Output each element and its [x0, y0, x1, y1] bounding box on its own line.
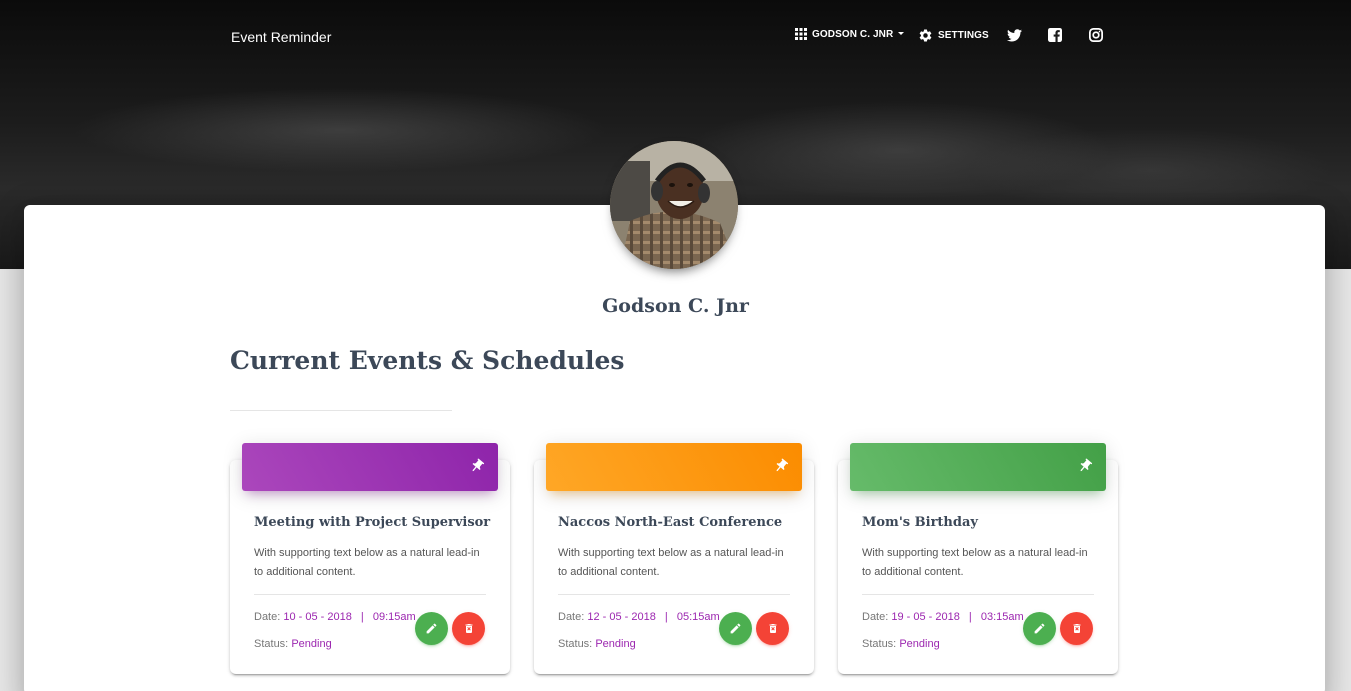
event-time: 03:15am: [980, 611, 1024, 623]
section-divider: [230, 410, 452, 411]
event-time: 09:15am: [372, 611, 416, 623]
event-description: With supporting text below as a natural …: [254, 547, 480, 578]
settings-label: SETTINGS: [938, 30, 989, 41]
date-label: Date:: [254, 611, 281, 623]
twitter-icon: [1006, 28, 1022, 41]
event-date-line: Date: 12 - 05 - 2018 | 05:15am: [558, 611, 720, 623]
event-date: 10 - 05 - 2018: [283, 611, 352, 623]
pin-icon[interactable]: [469, 458, 485, 474]
twitter-link[interactable]: [1006, 27, 1022, 43]
event-status-line: Status: Pending: [558, 638, 636, 650]
date-time-separator: |: [360, 611, 364, 623]
section-title: Current Events & Schedules: [230, 346, 625, 375]
edit-event-button[interactable]: [1023, 612, 1056, 645]
event-status: Pending: [291, 638, 332, 650]
event-status-line: Status: Pending: [862, 638, 940, 650]
event-description: With supporting text below as a natural …: [862, 547, 1088, 578]
event-status-line: Status: Pending: [254, 638, 332, 650]
gear-icon: [919, 29, 932, 42]
instagram-icon: [1089, 28, 1103, 42]
pencil-icon: [730, 623, 741, 634]
event-card-header: [546, 443, 802, 491]
pin-icon[interactable]: [1077, 458, 1093, 474]
user-menu-dropdown[interactable]: GODSON C. JNR: [795, 28, 905, 40]
date-time-separator: |: [968, 611, 972, 623]
event-time: 05:15am: [676, 611, 720, 623]
event-divider: [862, 594, 1094, 595]
status-label: Status:: [254, 638, 289, 650]
facebook-icon: [1048, 28, 1062, 42]
event-card: Naccos North-East Conference With suppor…: [534, 460, 814, 674]
trash-icon: [1073, 624, 1080, 633]
apps-grid-icon: [795, 28, 807, 40]
status-label: Status:: [558, 638, 593, 650]
event-status: Pending: [899, 638, 940, 650]
event-title: Mom's Birthday: [862, 515, 978, 530]
avatar: [610, 141, 738, 269]
trash-icon: [769, 624, 776, 633]
status-label: Status:: [862, 638, 897, 650]
instagram-link[interactable]: [1088, 27, 1104, 43]
event-description: With supporting text below as a natural …: [558, 547, 784, 578]
date-label: Date:: [558, 611, 585, 623]
event-card: Meeting with Project Supervisor With sup…: [230, 460, 510, 674]
brand-link[interactable]: Event Reminder: [231, 29, 331, 45]
delete-event-button[interactable]: [756, 612, 789, 645]
event-card: Mom's Birthday With supporting text belo…: [838, 460, 1118, 674]
delete-event-button[interactable]: [1060, 612, 1093, 645]
event-card-header: [850, 443, 1106, 491]
user-menu-label: GODSON C. JNR: [812, 28, 894, 40]
event-card-header: [242, 443, 498, 491]
event-date-line: Date: 19 - 05 - 2018 | 03:15am: [862, 611, 1024, 623]
event-title: Meeting with Project Supervisor: [254, 515, 491, 530]
event-date: 12 - 05 - 2018: [587, 611, 656, 623]
event-date: 19 - 05 - 2018: [891, 611, 960, 623]
delete-event-button[interactable]: [452, 612, 485, 645]
edit-event-button[interactable]: [719, 612, 752, 645]
facebook-link[interactable]: [1047, 27, 1063, 43]
profile-name: Godson C. Jnr: [602, 295, 749, 317]
settings-link[interactable]: SETTINGS: [918, 28, 989, 43]
event-title: Naccos North-East Conference: [558, 515, 783, 530]
event-divider: [558, 594, 790, 595]
caret-down-icon: [898, 32, 905, 35]
pencil-icon: [1034, 623, 1045, 634]
date-time-separator: |: [664, 611, 668, 623]
event-date-line: Date: 10 - 05 - 2018 | 09:15am: [254, 611, 416, 623]
edit-event-button[interactable]: [415, 612, 448, 645]
pencil-icon: [426, 623, 437, 634]
date-label: Date:: [862, 611, 889, 623]
event-status: Pending: [595, 638, 636, 650]
pin-icon[interactable]: [773, 458, 789, 474]
navbar: Event Reminder GODSON C. JNR SETTINGS: [0, 0, 1351, 74]
trash-icon: [465, 624, 472, 633]
event-divider: [254, 594, 486, 595]
